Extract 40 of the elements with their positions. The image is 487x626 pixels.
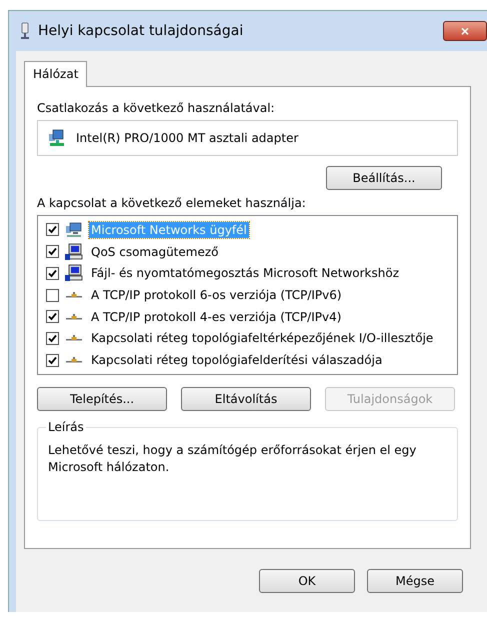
checkbox[interactable]	[46, 288, 59, 302]
check-icon	[48, 268, 57, 278]
list-item[interactable]: Kapcsolati réteg topológiafeltérképezőjének I/O-illesztője	[89, 330, 436, 346]
check-icon	[48, 225, 57, 234]
connect-label: Csatlakozás a következő használatával:	[37, 101, 276, 115]
checkbox[interactable]	[46, 266, 59, 280]
check-icon	[48, 247, 57, 256]
checkbox[interactable]	[46, 310, 59, 324]
network-protocol-icon	[65, 312, 83, 322]
computer-icon	[65, 264, 83, 282]
network-protocol-icon	[65, 333, 83, 344]
list-item[interactable]: A TCP/IP protokoll 6-os verziója (TCP/IPv6)	[89, 287, 344, 304]
dialog-button[interactable]: OK	[259, 569, 355, 593]
plug-icon	[20, 22, 30, 40]
configure-button[interactable]: Beállítás...	[326, 166, 442, 190]
checkbox[interactable]	[46, 245, 59, 258]
list-item[interactable]: Kapcsolati réteg topológiafelderítési válaszadója	[89, 352, 384, 368]
check-icon	[48, 334, 57, 343]
computer-icon	[65, 242, 83, 261]
tab[interactable]: Hálózat	[24, 61, 88, 87]
network-computer-icon	[65, 222, 83, 238]
network-protocol-icon	[65, 290, 83, 300]
list-item[interactable]: QoS csomagütemező	[89, 244, 220, 260]
network-protocol-icon	[65, 355, 83, 366]
action-button[interactable]: Eltávolítás	[181, 387, 311, 411]
description-title: Leírás	[46, 420, 86, 434]
list-item[interactable]: Fájl- és nyomtatómegosztás Microsoft Networkshöz	[89, 265, 401, 282]
checkbox[interactable]	[46, 332, 59, 345]
dialog-button[interactable]: Mégse	[367, 569, 463, 593]
check-icon	[48, 312, 57, 322]
check-icon	[48, 356, 57, 365]
action-button[interactable]: Telepítés...	[37, 387, 167, 411]
list-item[interactable]: A TCP/IP protokoll 4-es verziója (TCP/IPv4)	[89, 308, 344, 325]
window-title: Helyi kapcsolat tulajdonságai	[38, 23, 244, 39]
description-text: Lehetővé teszi, hogy a számítógép erőforrásokat érjen el egy Microsoft hálózaton.	[48, 442, 418, 476]
checkbox[interactable]	[46, 354, 59, 367]
checkbox[interactable]	[46, 223, 59, 236]
items-label: A kapcsolat a következő elemeket használja:	[37, 196, 307, 210]
adapter-name: Intel(R) PRO/1000 MT asztali adapter	[76, 131, 298, 145]
network-adapter-icon	[48, 129, 66, 147]
